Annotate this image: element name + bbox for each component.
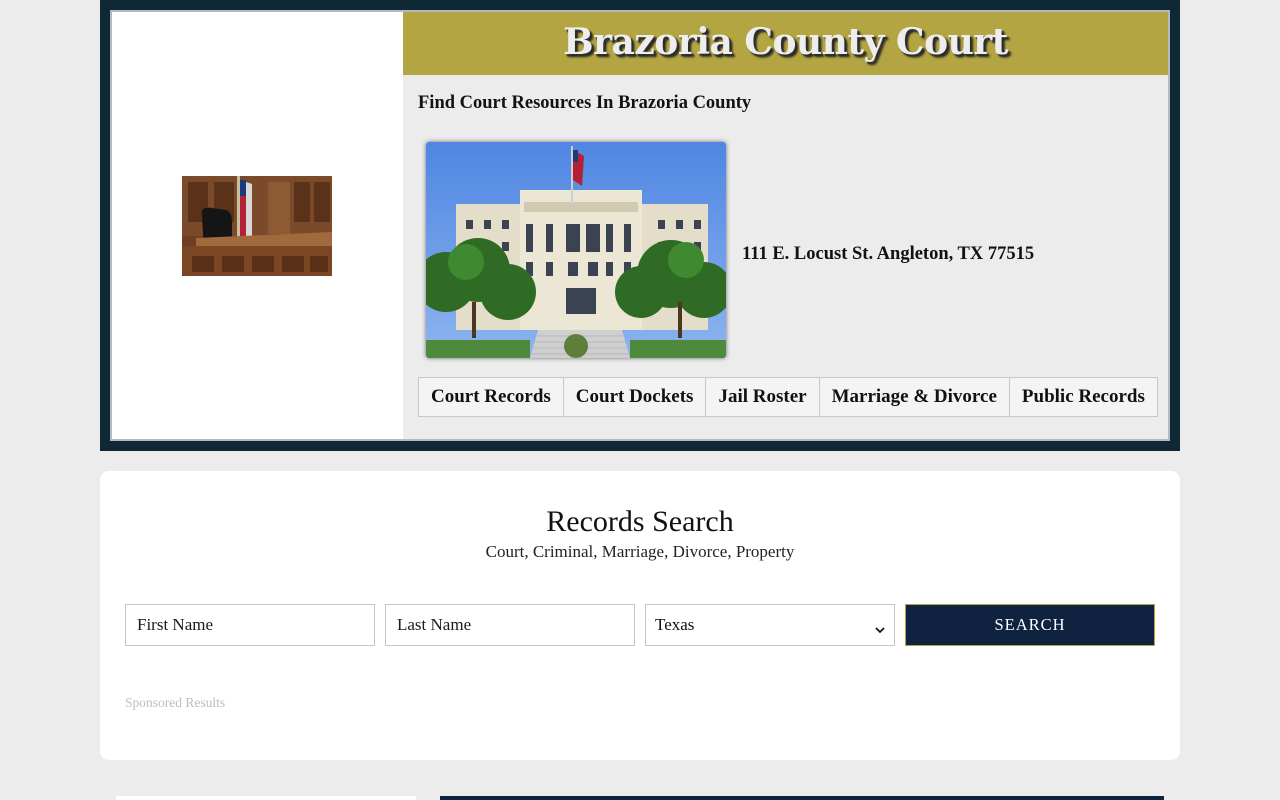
- court-address: 111 E. Locust St. Angleton, TX 77515: [742, 244, 1035, 264]
- search-title: Records Search: [546, 505, 734, 538]
- header-inner: Brazoria County Court Find Court Resourc…: [110, 10, 1170, 441]
- nav-court-dockets[interactable]: Court Dockets: [562, 378, 706, 416]
- last-name-input[interactable]: [385, 604, 635, 646]
- courthouse-photo: [426, 142, 726, 358]
- main-nav: Court Records Court Dockets Jail Roster …: [418, 377, 1158, 417]
- left-panel: [112, 12, 403, 439]
- nav-public-records[interactable]: Public Records: [1008, 378, 1157, 416]
- records-search-card: Records Search Court, Criminal, Marriage…: [100, 471, 1180, 760]
- right-panel: Brazoria County Court Find Court Resourc…: [403, 12, 1168, 439]
- search-button[interactable]: SEARCH: [905, 604, 1155, 646]
- search-subtitle: Court, Criminal, Marriage, Divorce, Prop…: [485, 542, 795, 561]
- state-select-value: Texas: [655, 615, 695, 634]
- nav-jail-roster[interactable]: Jail Roster: [705, 378, 818, 416]
- nav-marriage-divorce[interactable]: Marriage & Divorce: [818, 378, 1009, 416]
- chevron-down-icon: [875, 620, 885, 634]
- title-band: Brazoria County Court: [403, 12, 1168, 75]
- site-title: Brazoria County Court: [563, 20, 1008, 63]
- state-select[interactable]: Texas: [645, 604, 895, 646]
- tagline: Find Court Resources In Brazoria County: [418, 93, 752, 113]
- bottom-left-panel: [116, 796, 416, 800]
- sponsored-results-label: Sponsored Results: [125, 695, 226, 710]
- header-frame: Brazoria County Court Find Court Resourc…: [100, 0, 1180, 451]
- nav-court-records[interactable]: Court Records: [419, 378, 563, 416]
- first-name-input[interactable]: [125, 604, 375, 646]
- judge-bench-photo: [182, 176, 332, 276]
- bottom-right-panel: [440, 796, 1164, 800]
